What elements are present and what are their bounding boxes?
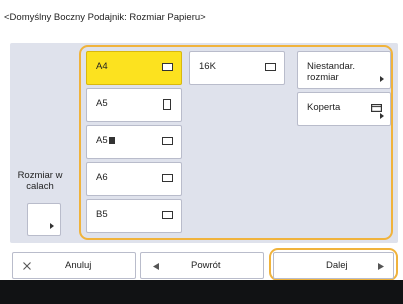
status-bar [0,280,403,304]
envelope-icon [371,104,382,112]
next-button[interactable]: Dalej [273,252,394,279]
paper-portrait-icon [163,99,171,110]
submenu-arrow-icon [380,113,384,119]
inch-size-label: Rozmiar w calach [12,170,68,192]
cancel-label: Anuluj [65,260,92,271]
size-a4-label: A4 [96,61,108,72]
size-16k-label: 16K [199,61,216,72]
size-16k-button[interactable]: 16K [189,51,285,85]
size-a5r-text: A5 [96,135,108,146]
size-a5r-label: A5 [96,135,115,146]
close-icon [23,262,31,270]
nonstandard-line2: rozmiar [307,72,339,83]
size-a4-button[interactable]: A4 [86,51,182,85]
envelope-label: Koperta [307,102,341,113]
size-a5-label: A5 [96,98,108,109]
back-button[interactable]: Powrót [140,252,264,279]
inch-size-button[interactable] [27,203,61,236]
size-a6-label: A6 [96,172,108,183]
size-b5-button[interactable]: B5 [86,199,182,233]
paper-landscape-icon [162,63,173,71]
size-a5r-button[interactable]: A5 [86,125,182,159]
inch-size-label-line2: calach [26,181,54,192]
page-title: <Domyślny Boczny Podajnik: Rozmiar Papie… [4,12,206,23]
paper-landscape-icon [162,174,173,182]
arrow-right-icon [378,263,384,270]
submenu-arrow-icon [380,76,384,82]
paper-landscape-icon [162,137,173,145]
rotated-mark-icon [108,137,115,144]
cancel-button[interactable]: Anuluj [12,252,136,279]
paper-landscape-icon [162,211,173,219]
nonstandard-line1: Niestandar. [307,61,356,72]
paper-landscape-icon [265,63,276,71]
back-label: Powrót [191,260,221,271]
size-a5-button[interactable]: A5 [86,88,182,122]
nonstandard-size-label: Niestandar. rozmiar [307,61,355,83]
nonstandard-size-button[interactable]: Niestandar. rozmiar [297,51,391,89]
envelope-button[interactable]: Koperta [297,92,391,126]
submenu-arrow-icon [50,223,54,229]
arrow-left-icon [153,263,159,270]
next-label: Dalej [326,260,348,271]
size-a6-button[interactable]: A6 [86,162,182,196]
inch-size-label-line1: Rozmiar w [17,170,63,181]
size-b5-label: B5 [96,209,108,220]
